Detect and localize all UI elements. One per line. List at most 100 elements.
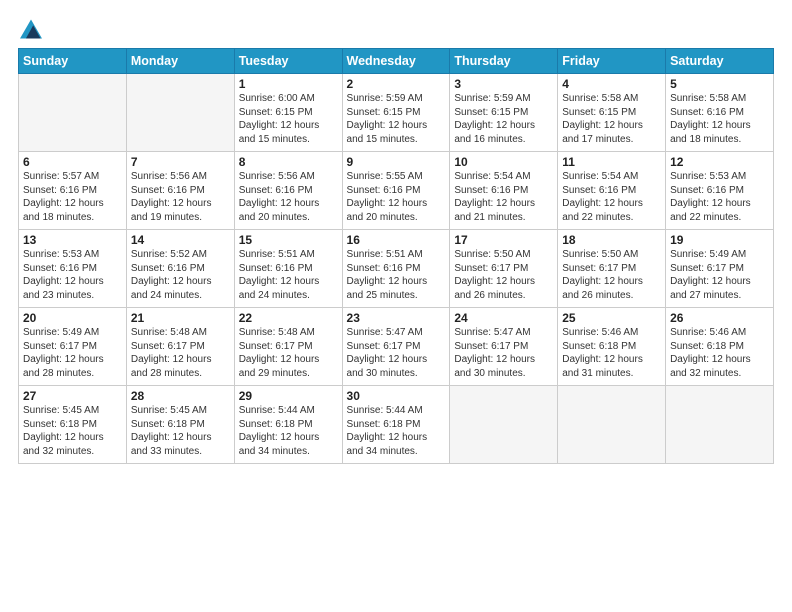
- calendar-table: SundayMondayTuesdayWednesdayThursdayFrid…: [18, 48, 774, 464]
- logo-icon: [20, 18, 42, 40]
- day-info: Sunrise: 5:46 AMSunset: 6:18 PMDaylight:…: [670, 326, 769, 380]
- day-number: 13: [23, 233, 122, 247]
- day-info: Sunrise: 5:51 AMSunset: 6:16 PMDaylight:…: [239, 248, 338, 302]
- day-info: Sunrise: 5:51 AMSunset: 6:16 PMDaylight:…: [347, 248, 446, 302]
- calendar-cell: 23Sunrise: 5:47 AMSunset: 6:17 PMDayligh…: [342, 308, 450, 386]
- calendar-cell: 22Sunrise: 5:48 AMSunset: 6:17 PMDayligh…: [234, 308, 342, 386]
- calendar-cell: 28Sunrise: 5:45 AMSunset: 6:18 PMDayligh…: [126, 386, 234, 464]
- calendar-cell: 12Sunrise: 5:53 AMSunset: 6:16 PMDayligh…: [666, 152, 774, 230]
- calendar-cell: [666, 386, 774, 464]
- day-number: 11: [562, 155, 661, 169]
- day-number: 21: [131, 311, 230, 325]
- calendar-week-4: 27Sunrise: 5:45 AMSunset: 6:18 PMDayligh…: [19, 386, 774, 464]
- calendar-cell: [450, 386, 558, 464]
- day-number: 19: [670, 233, 769, 247]
- day-info: Sunrise: 5:53 AMSunset: 6:16 PMDaylight:…: [23, 248, 122, 302]
- day-number: 15: [239, 233, 338, 247]
- day-number: 3: [454, 77, 553, 91]
- weekday-header-monday: Monday: [126, 49, 234, 74]
- calendar-week-3: 20Sunrise: 5:49 AMSunset: 6:17 PMDayligh…: [19, 308, 774, 386]
- day-info: Sunrise: 5:58 AMSunset: 6:15 PMDaylight:…: [562, 92, 661, 146]
- day-number: 25: [562, 311, 661, 325]
- weekday-header-friday: Friday: [558, 49, 666, 74]
- calendar-cell: [19, 74, 127, 152]
- day-info: Sunrise: 5:54 AMSunset: 6:16 PMDaylight:…: [454, 170, 553, 224]
- calendar-cell: 24Sunrise: 5:47 AMSunset: 6:17 PMDayligh…: [450, 308, 558, 386]
- calendar-cell: 25Sunrise: 5:46 AMSunset: 6:18 PMDayligh…: [558, 308, 666, 386]
- weekday-header-sunday: Sunday: [19, 49, 127, 74]
- calendar-cell: 10Sunrise: 5:54 AMSunset: 6:16 PMDayligh…: [450, 152, 558, 230]
- day-number: 18: [562, 233, 661, 247]
- day-info: Sunrise: 5:50 AMSunset: 6:17 PMDaylight:…: [454, 248, 553, 302]
- calendar-cell: 7Sunrise: 5:56 AMSunset: 6:16 PMDaylight…: [126, 152, 234, 230]
- day-info: Sunrise: 5:52 AMSunset: 6:16 PMDaylight:…: [131, 248, 230, 302]
- calendar-cell: 11Sunrise: 5:54 AMSunset: 6:16 PMDayligh…: [558, 152, 666, 230]
- day-info: Sunrise: 5:47 AMSunset: 6:17 PMDaylight:…: [347, 326, 446, 380]
- calendar-cell: 6Sunrise: 5:57 AMSunset: 6:16 PMDaylight…: [19, 152, 127, 230]
- day-number: 2: [347, 77, 446, 91]
- calendar-cell: 4Sunrise: 5:58 AMSunset: 6:15 PMDaylight…: [558, 74, 666, 152]
- day-info: Sunrise: 5:56 AMSunset: 6:16 PMDaylight:…: [239, 170, 338, 224]
- calendar-cell: 15Sunrise: 5:51 AMSunset: 6:16 PMDayligh…: [234, 230, 342, 308]
- day-number: 7: [131, 155, 230, 169]
- calendar-cell: 2Sunrise: 5:59 AMSunset: 6:15 PMDaylight…: [342, 74, 450, 152]
- day-info: Sunrise: 5:59 AMSunset: 6:15 PMDaylight:…: [454, 92, 553, 146]
- calendar-cell: 27Sunrise: 5:45 AMSunset: 6:18 PMDayligh…: [19, 386, 127, 464]
- calendar-cell: [126, 74, 234, 152]
- calendar-cell: 17Sunrise: 5:50 AMSunset: 6:17 PMDayligh…: [450, 230, 558, 308]
- calendar-cell: 5Sunrise: 5:58 AMSunset: 6:16 PMDaylight…: [666, 74, 774, 152]
- day-number: 23: [347, 311, 446, 325]
- calendar-cell: 3Sunrise: 5:59 AMSunset: 6:15 PMDaylight…: [450, 74, 558, 152]
- day-number: 28: [131, 389, 230, 403]
- calendar-cell: 29Sunrise: 5:44 AMSunset: 6:18 PMDayligh…: [234, 386, 342, 464]
- day-info: Sunrise: 5:59 AMSunset: 6:15 PMDaylight:…: [347, 92, 446, 146]
- day-info: Sunrise: 5:53 AMSunset: 6:16 PMDaylight:…: [670, 170, 769, 224]
- day-number: 22: [239, 311, 338, 325]
- day-info: Sunrise: 5:57 AMSunset: 6:16 PMDaylight:…: [23, 170, 122, 224]
- calendar-body: 1Sunrise: 6:00 AMSunset: 6:15 PMDaylight…: [19, 74, 774, 464]
- day-number: 16: [347, 233, 446, 247]
- day-info: Sunrise: 5:54 AMSunset: 6:16 PMDaylight:…: [562, 170, 661, 224]
- day-number: 6: [23, 155, 122, 169]
- calendar-cell: 13Sunrise: 5:53 AMSunset: 6:16 PMDayligh…: [19, 230, 127, 308]
- day-info: Sunrise: 5:49 AMSunset: 6:17 PMDaylight:…: [23, 326, 122, 380]
- day-number: 24: [454, 311, 553, 325]
- calendar-cell: 16Sunrise: 5:51 AMSunset: 6:16 PMDayligh…: [342, 230, 450, 308]
- day-info: Sunrise: 5:56 AMSunset: 6:16 PMDaylight:…: [131, 170, 230, 224]
- weekday-header-tuesday: Tuesday: [234, 49, 342, 74]
- day-info: Sunrise: 5:45 AMSunset: 6:18 PMDaylight:…: [131, 404, 230, 458]
- day-number: 4: [562, 77, 661, 91]
- day-number: 10: [454, 155, 553, 169]
- day-number: 27: [23, 389, 122, 403]
- calendar-cell: 21Sunrise: 5:48 AMSunset: 6:17 PMDayligh…: [126, 308, 234, 386]
- day-number: 9: [347, 155, 446, 169]
- day-info: Sunrise: 5:48 AMSunset: 6:17 PMDaylight:…: [131, 326, 230, 380]
- day-number: 17: [454, 233, 553, 247]
- weekday-header-thursday: Thursday: [450, 49, 558, 74]
- day-info: Sunrise: 5:47 AMSunset: 6:17 PMDaylight:…: [454, 326, 553, 380]
- day-number: 1: [239, 77, 338, 91]
- day-info: Sunrise: 5:44 AMSunset: 6:18 PMDaylight:…: [347, 404, 446, 458]
- calendar-cell: 9Sunrise: 5:55 AMSunset: 6:16 PMDaylight…: [342, 152, 450, 230]
- day-info: Sunrise: 5:45 AMSunset: 6:18 PMDaylight:…: [23, 404, 122, 458]
- calendar-cell: 14Sunrise: 5:52 AMSunset: 6:16 PMDayligh…: [126, 230, 234, 308]
- day-number: 5: [670, 77, 769, 91]
- weekday-header-wednesday: Wednesday: [342, 49, 450, 74]
- day-info: Sunrise: 5:55 AMSunset: 6:16 PMDaylight:…: [347, 170, 446, 224]
- calendar-cell: 8Sunrise: 5:56 AMSunset: 6:16 PMDaylight…: [234, 152, 342, 230]
- calendar-cell: 26Sunrise: 5:46 AMSunset: 6:18 PMDayligh…: [666, 308, 774, 386]
- calendar-cell: 30Sunrise: 5:44 AMSunset: 6:18 PMDayligh…: [342, 386, 450, 464]
- logo: [18, 18, 42, 40]
- day-number: 26: [670, 311, 769, 325]
- calendar-header: SundayMondayTuesdayWednesdayThursdayFrid…: [19, 49, 774, 74]
- day-number: 8: [239, 155, 338, 169]
- day-info: Sunrise: 5:46 AMSunset: 6:18 PMDaylight:…: [562, 326, 661, 380]
- page: SundayMondayTuesdayWednesdayThursdayFrid…: [0, 0, 792, 612]
- day-number: 30: [347, 389, 446, 403]
- day-info: Sunrise: 5:48 AMSunset: 6:17 PMDaylight:…: [239, 326, 338, 380]
- day-number: 14: [131, 233, 230, 247]
- calendar-week-1: 6Sunrise: 5:57 AMSunset: 6:16 PMDaylight…: [19, 152, 774, 230]
- calendar-week-0: 1Sunrise: 6:00 AMSunset: 6:15 PMDaylight…: [19, 74, 774, 152]
- day-number: 20: [23, 311, 122, 325]
- calendar-week-2: 13Sunrise: 5:53 AMSunset: 6:16 PMDayligh…: [19, 230, 774, 308]
